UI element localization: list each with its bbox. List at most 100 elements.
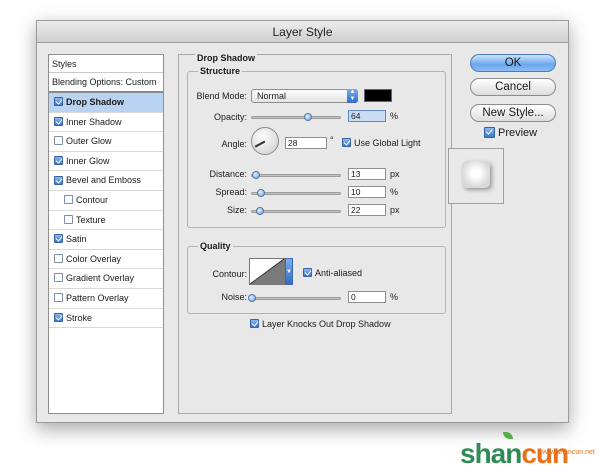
blend-mode-label: Blend Mode: <box>196 91 247 101</box>
style-item-texture[interactable]: Texture <box>49 211 163 231</box>
style-item-label: Bevel and Emboss <box>66 175 142 186</box>
style-item-label: Satin <box>66 234 87 245</box>
structure-title: Structure <box>198 66 243 76</box>
opacity-slider-thumb[interactable] <box>304 113 313 121</box>
use-global-light-label: Use Global Light <box>354 138 421 148</box>
opacity-slider[interactable] <box>251 113 341 121</box>
style-item-contour[interactable]: Contour <box>49 191 163 211</box>
structure-group: Structure Blend Mode: Normal ▲ ▼ Opacity:… <box>187 66 446 228</box>
cancel-button[interactable]: Cancel <box>470 78 556 96</box>
preview-square <box>462 161 490 188</box>
checkbox-checked-icon[interactable] <box>54 116 63 126</box>
blend-mode-value: Normal <box>257 91 287 101</box>
new-style-button[interactable]: New Style... <box>470 104 556 122</box>
shadow-color-swatch[interactable] <box>364 89 392 102</box>
spread-input[interactable]: 10 <box>348 186 386 198</box>
size-label: Size: <box>226 205 247 215</box>
drop-shadow-title: Drop Shadow <box>195 53 257 63</box>
distance-slider-thumb[interactable] <box>252 171 261 179</box>
style-item-label: Texture <box>76 214 106 225</box>
checkbox-checked-icon[interactable] <box>54 155 63 165</box>
style-item-label: Outer Glow <box>66 136 112 147</box>
preview-label: Preview <box>498 127 538 139</box>
checkbox-checked-icon[interactable] <box>54 175 63 185</box>
contour-dropdown-arrow-icon[interactable]: ▼ <box>285 258 293 285</box>
updown-arrows-icon: ▲ ▼ <box>347 89 358 103</box>
angle-label: Angle: <box>221 139 247 149</box>
spread-slider-thumb[interactable] <box>256 189 265 197</box>
spread-slider[interactable] <box>251 189 341 197</box>
checkbox-unchecked-icon[interactable] <box>64 195 73 205</box>
blend-mode-select[interactable]: Normal ▲ ▼ <box>251 89 358 103</box>
distance-input[interactable]: 13 <box>348 168 386 180</box>
checkbox-checked-icon[interactable] <box>54 234 63 244</box>
opacity-label: Opacity: <box>213 112 247 122</box>
style-item-label: Contour <box>76 194 109 205</box>
distance-unit: px <box>390 169 400 179</box>
style-item-drop-shadow[interactable]: Drop Shadow <box>49 93 163 113</box>
distance-slider[interactable] <box>251 171 341 179</box>
angle-input[interactable]: 28 <box>285 137 327 149</box>
preview-checkbox[interactable]: Preview <box>484 126 538 139</box>
watermark-brand-green: shan <box>460 438 522 469</box>
style-item-color-overlay[interactable]: Color Overlay <box>49 250 163 270</box>
contour-label: Contour: <box>212 269 247 279</box>
size-input[interactable]: 22 <box>348 204 386 216</box>
style-item-label: Pattern Overlay <box>66 292 129 303</box>
anti-aliased-checkbox[interactable]: Anti-aliased <box>303 268 362 278</box>
style-item-inner-shadow[interactable]: Inner Shadow <box>49 113 163 133</box>
style-item-satin[interactable]: Satin <box>49 230 163 250</box>
angle-dial[interactable] <box>251 127 279 155</box>
checkbox-unchecked-icon[interactable] <box>54 136 63 146</box>
style-item-outer-glow[interactable]: Outer Glow <box>49 132 163 152</box>
size-unit: px <box>390 205 400 215</box>
layer-style-dialog: Layer Style Styles Blending Options: Cus… <box>36 20 569 423</box>
style-item-label: Stroke <box>66 312 93 323</box>
watermark-url: www.shancun.net <box>540 449 595 456</box>
noise-label: Noise: <box>221 292 247 302</box>
checkbox-checked-icon <box>342 138 351 148</box>
preview-thumbnail <box>448 148 504 204</box>
style-item-label: Drop Shadow <box>66 97 124 107</box>
quality-group: Quality Contour: ▼ Anti-aliased Noise: 0… <box>187 241 446 314</box>
noise-slider-thumb[interactable] <box>248 294 256 302</box>
knockout-checkbox[interactable]: Layer Knocks Out Drop Shadow <box>250 319 391 329</box>
checkbox-unchecked-icon[interactable] <box>54 293 63 303</box>
checkbox-checked-icon <box>484 126 495 138</box>
style-item-inner-glow[interactable]: Inner Glow <box>49 152 163 172</box>
checkbox-unchecked-icon[interactable] <box>54 253 63 263</box>
use-global-light-checkbox[interactable]: Use Global Light <box>342 138 421 148</box>
style-item-stroke[interactable]: Stroke <box>49 309 163 329</box>
checkbox-checked-icon <box>250 319 259 329</box>
drop-shadow-panel: Drop Shadow Structure Blend Mode: Normal… <box>178 53 452 414</box>
style-item-gradient-overlay[interactable]: Gradient Overlay <box>49 269 163 289</box>
style-item-pattern-overlay[interactable]: Pattern Overlay <box>49 289 163 309</box>
opacity-unit: % <box>390 111 399 121</box>
angle-unit: ° <box>330 135 334 145</box>
ok-button[interactable]: OK <box>470 54 556 72</box>
opacity-input[interactable]: 64 <box>348 110 386 122</box>
checkbox-checked-icon[interactable] <box>54 312 63 322</box>
noise-input[interactable]: 0 <box>348 291 386 303</box>
noise-slider[interactable] <box>248 294 341 302</box>
checkbox-unchecked-icon[interactable] <box>64 214 73 224</box>
checkbox-checked-icon[interactable] <box>54 97 63 107</box>
checkbox-unchecked-icon[interactable] <box>54 273 63 283</box>
style-item-bevel-and-emboss[interactable]: Bevel and Emboss <box>49 171 163 191</box>
styles-header[interactable]: Styles <box>49 55 163 73</box>
size-slider-thumb[interactable] <box>255 207 264 215</box>
size-slider[interactable] <box>251 207 341 215</box>
spread-label: Spread: <box>215 187 247 197</box>
blending-options-item[interactable]: Blending Options: Custom <box>49 73 163 93</box>
style-item-label: Inner Glow <box>66 155 110 166</box>
quality-title: Quality <box>198 241 233 251</box>
angle-dial-hand <box>254 141 266 148</box>
anti-aliased-label: Anti-aliased <box>315 268 363 278</box>
dialog-title: Layer Style <box>37 21 568 43</box>
contour-picker[interactable] <box>249 258 285 285</box>
style-item-label: Gradient Overlay <box>66 273 135 284</box>
noise-unit: % <box>390 292 399 302</box>
distance-label: Distance: <box>209 169 247 179</box>
knockout-label: Layer Knocks Out Drop Shadow <box>262 319 391 329</box>
checkbox-checked-icon <box>303 268 312 278</box>
